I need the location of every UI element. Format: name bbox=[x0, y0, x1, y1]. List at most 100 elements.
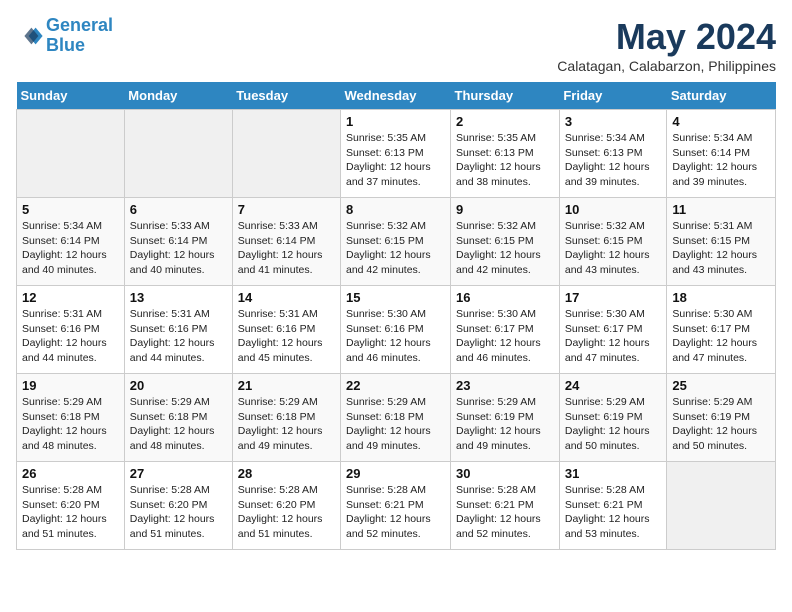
day-number: 25 bbox=[672, 378, 770, 393]
day-header-monday: Monday bbox=[124, 82, 232, 110]
day-number: 9 bbox=[456, 202, 554, 217]
day-number: 27 bbox=[130, 466, 227, 481]
day-cell: 12 Sunrise: 5:31 AMSunset: 6:16 PMDayligh… bbox=[17, 286, 125, 374]
day-header-wednesday: Wednesday bbox=[341, 82, 451, 110]
day-info: Sunrise: 5:28 AMSunset: 6:21 PMDaylight:… bbox=[346, 483, 445, 542]
logo-line1: General bbox=[46, 15, 113, 35]
day-number: 22 bbox=[346, 378, 445, 393]
day-info: Sunrise: 5:28 AMSunset: 6:21 PMDaylight:… bbox=[456, 483, 554, 542]
day-number: 30 bbox=[456, 466, 554, 481]
day-cell: 30 Sunrise: 5:28 AMSunset: 6:21 PMDayligh… bbox=[451, 462, 560, 550]
day-cell: 28Sunrise: 5:28 AMSunset: 6:20 PMDayligh… bbox=[232, 462, 340, 550]
day-cell: 29 Sunrise: 5:28 AMSunset: 6:21 PMDayligh… bbox=[341, 462, 451, 550]
day-info: Sunrise: 5:29 AMSunset: 6:18 PMDaylight:… bbox=[22, 395, 119, 454]
day-number: 15 bbox=[346, 290, 445, 305]
day-number: 28 bbox=[238, 466, 335, 481]
day-number: 12 bbox=[22, 290, 119, 305]
logo: General Blue bbox=[16, 16, 113, 56]
day-header-tuesday: Tuesday bbox=[232, 82, 340, 110]
day-cell bbox=[232, 110, 340, 198]
day-info: Sunrise: 5:32 AMSunset: 6:15 PMDaylight:… bbox=[346, 219, 445, 278]
day-info: Sunrise: 5:34 AMSunset: 6:14 PMDaylight:… bbox=[672, 131, 770, 190]
day-info: Sunrise: 5:29 AMSunset: 6:19 PMDaylight:… bbox=[456, 395, 554, 454]
day-cell: 16 Sunrise: 5:30 AMSunset: 6:17 PMDayligh… bbox=[451, 286, 560, 374]
day-number: 10 bbox=[565, 202, 662, 217]
day-number: 11 bbox=[672, 202, 770, 217]
day-info: Sunrise: 5:30 AMSunset: 6:16 PMDaylight:… bbox=[346, 307, 445, 366]
day-info: Sunrise: 5:30 AMSunset: 6:17 PMDaylight:… bbox=[456, 307, 554, 366]
week-row-1: 1 Sunrise: 5:35 AMSunset: 6:13 PMDaylight… bbox=[17, 110, 776, 198]
day-number: 26 bbox=[22, 466, 119, 481]
day-info: Sunrise: 5:32 AMSunset: 6:15 PMDaylight:… bbox=[456, 219, 554, 278]
day-cell: 17 Sunrise: 5:30 AMSunset: 6:17 PMDayligh… bbox=[559, 286, 667, 374]
day-cell: 6Sunrise: 5:33 AMSunset: 6:14 PMDaylight… bbox=[124, 198, 232, 286]
day-info: Sunrise: 5:33 AMSunset: 6:14 PMDaylight:… bbox=[130, 219, 227, 278]
day-number: 29 bbox=[346, 466, 445, 481]
day-cell: 8 Sunrise: 5:32 AMSunset: 6:15 PMDaylight… bbox=[341, 198, 451, 286]
day-info: Sunrise: 5:35 AMSunset: 6:13 PMDaylight:… bbox=[346, 131, 445, 190]
day-number: 13 bbox=[130, 290, 227, 305]
day-info: Sunrise: 5:28 AMSunset: 6:20 PMDaylight:… bbox=[130, 483, 227, 542]
day-header-saturday: Saturday bbox=[667, 82, 776, 110]
day-number: 14 bbox=[238, 290, 335, 305]
day-info: Sunrise: 5:28 AMSunset: 6:21 PMDaylight:… bbox=[565, 483, 662, 542]
day-number: 31 bbox=[565, 466, 662, 481]
day-number: 3 bbox=[565, 114, 662, 129]
subtitle: Calatagan, Calabarzon, Philippines bbox=[557, 58, 776, 74]
day-cell: 31 Sunrise: 5:28 AMSunset: 6:21 PMDayligh… bbox=[559, 462, 667, 550]
week-row-5: 26 Sunrise: 5:28 AMSunset: 6:20 PMDayligh… bbox=[17, 462, 776, 550]
day-cell: 5Sunrise: 5:34 AMSunset: 6:14 PMDaylight… bbox=[17, 198, 125, 286]
day-header-friday: Friday bbox=[559, 82, 667, 110]
day-info: Sunrise: 5:30 AMSunset: 6:17 PMDaylight:… bbox=[565, 307, 662, 366]
day-info: Sunrise: 5:29 AMSunset: 6:18 PMDaylight:… bbox=[130, 395, 227, 454]
day-cell: 25 Sunrise: 5:29 AMSunset: 6:19 PMDayligh… bbox=[667, 374, 776, 462]
day-number: 7 bbox=[238, 202, 335, 217]
day-info: Sunrise: 5:35 AMSunset: 6:13 PMDaylight:… bbox=[456, 131, 554, 190]
day-cell: 3Sunrise: 5:34 AMSunset: 6:13 PMDaylight… bbox=[559, 110, 667, 198]
day-info: Sunrise: 5:34 AMSunset: 6:14 PMDaylight:… bbox=[22, 219, 119, 278]
day-info: Sunrise: 5:31 AMSunset: 6:16 PMDaylight:… bbox=[22, 307, 119, 366]
day-cell: 20 Sunrise: 5:29 AMSunset: 6:18 PMDayligh… bbox=[124, 374, 232, 462]
logo-line2: Blue bbox=[46, 35, 85, 55]
day-info: Sunrise: 5:29 AMSunset: 6:18 PMDaylight:… bbox=[346, 395, 445, 454]
logo-text: General Blue bbox=[46, 16, 113, 56]
title-block: May 2024 Calatagan, Calabarzon, Philippi… bbox=[557, 16, 776, 74]
day-number: 1 bbox=[346, 114, 445, 129]
day-cell: 22 Sunrise: 5:29 AMSunset: 6:18 PMDayligh… bbox=[341, 374, 451, 462]
day-cell bbox=[124, 110, 232, 198]
week-row-2: 5Sunrise: 5:34 AMSunset: 6:14 PMDaylight… bbox=[17, 198, 776, 286]
calendar-table: SundayMondayTuesdayWednesdayThursdayFrid… bbox=[16, 82, 776, 550]
header-row: SundayMondayTuesdayWednesdayThursdayFrid… bbox=[17, 82, 776, 110]
day-cell: 14Sunrise: 5:31 AMSunset: 6:16 PMDayligh… bbox=[232, 286, 340, 374]
day-cell: 19Sunrise: 5:29 AMSunset: 6:18 PMDayligh… bbox=[17, 374, 125, 462]
day-cell: 26 Sunrise: 5:28 AMSunset: 6:20 PMDayligh… bbox=[17, 462, 125, 550]
day-info: Sunrise: 5:30 AMSunset: 6:17 PMDaylight:… bbox=[672, 307, 770, 366]
day-info: Sunrise: 5:31 AMSunset: 6:15 PMDaylight:… bbox=[672, 219, 770, 278]
day-number: 2 bbox=[456, 114, 554, 129]
day-cell: 7 Sunrise: 5:33 AMSunset: 6:14 PMDaylight… bbox=[232, 198, 340, 286]
page-header: General Blue May 2024 Calatagan, Calabar… bbox=[16, 16, 776, 74]
day-info: Sunrise: 5:33 AMSunset: 6:14 PMDaylight:… bbox=[238, 219, 335, 278]
day-info: Sunrise: 5:31 AMSunset: 6:16 PMDaylight:… bbox=[130, 307, 227, 366]
day-number: 8 bbox=[346, 202, 445, 217]
logo-icon bbox=[16, 22, 44, 50]
day-cell: 15 Sunrise: 5:30 AMSunset: 6:16 PMDayligh… bbox=[341, 286, 451, 374]
day-info: Sunrise: 5:29 AMSunset: 6:19 PMDaylight:… bbox=[672, 395, 770, 454]
day-cell: 2 Sunrise: 5:35 AMSunset: 6:13 PMDaylight… bbox=[451, 110, 560, 198]
day-cell: 13 Sunrise: 5:31 AMSunset: 6:16 PMDayligh… bbox=[124, 286, 232, 374]
day-number: 16 bbox=[456, 290, 554, 305]
day-number: 24 bbox=[565, 378, 662, 393]
day-cell bbox=[667, 462, 776, 550]
day-cell: 1 Sunrise: 5:35 AMSunset: 6:13 PMDaylight… bbox=[341, 110, 451, 198]
day-info: Sunrise: 5:28 AMSunset: 6:20 PMDaylight:… bbox=[22, 483, 119, 542]
day-header-sunday: Sunday bbox=[17, 82, 125, 110]
day-number: 17 bbox=[565, 290, 662, 305]
day-number: 21 bbox=[238, 378, 335, 393]
day-info: Sunrise: 5:29 AMSunset: 6:18 PMDaylight:… bbox=[238, 395, 335, 454]
month-title: May 2024 bbox=[557, 16, 776, 58]
day-cell: 24Sunrise: 5:29 AMSunset: 6:19 PMDayligh… bbox=[559, 374, 667, 462]
week-row-4: 19Sunrise: 5:29 AMSunset: 6:18 PMDayligh… bbox=[17, 374, 776, 462]
day-info: Sunrise: 5:32 AMSunset: 6:15 PMDaylight:… bbox=[565, 219, 662, 278]
day-cell: 27 Sunrise: 5:28 AMSunset: 6:20 PMDayligh… bbox=[124, 462, 232, 550]
day-number: 20 bbox=[130, 378, 227, 393]
